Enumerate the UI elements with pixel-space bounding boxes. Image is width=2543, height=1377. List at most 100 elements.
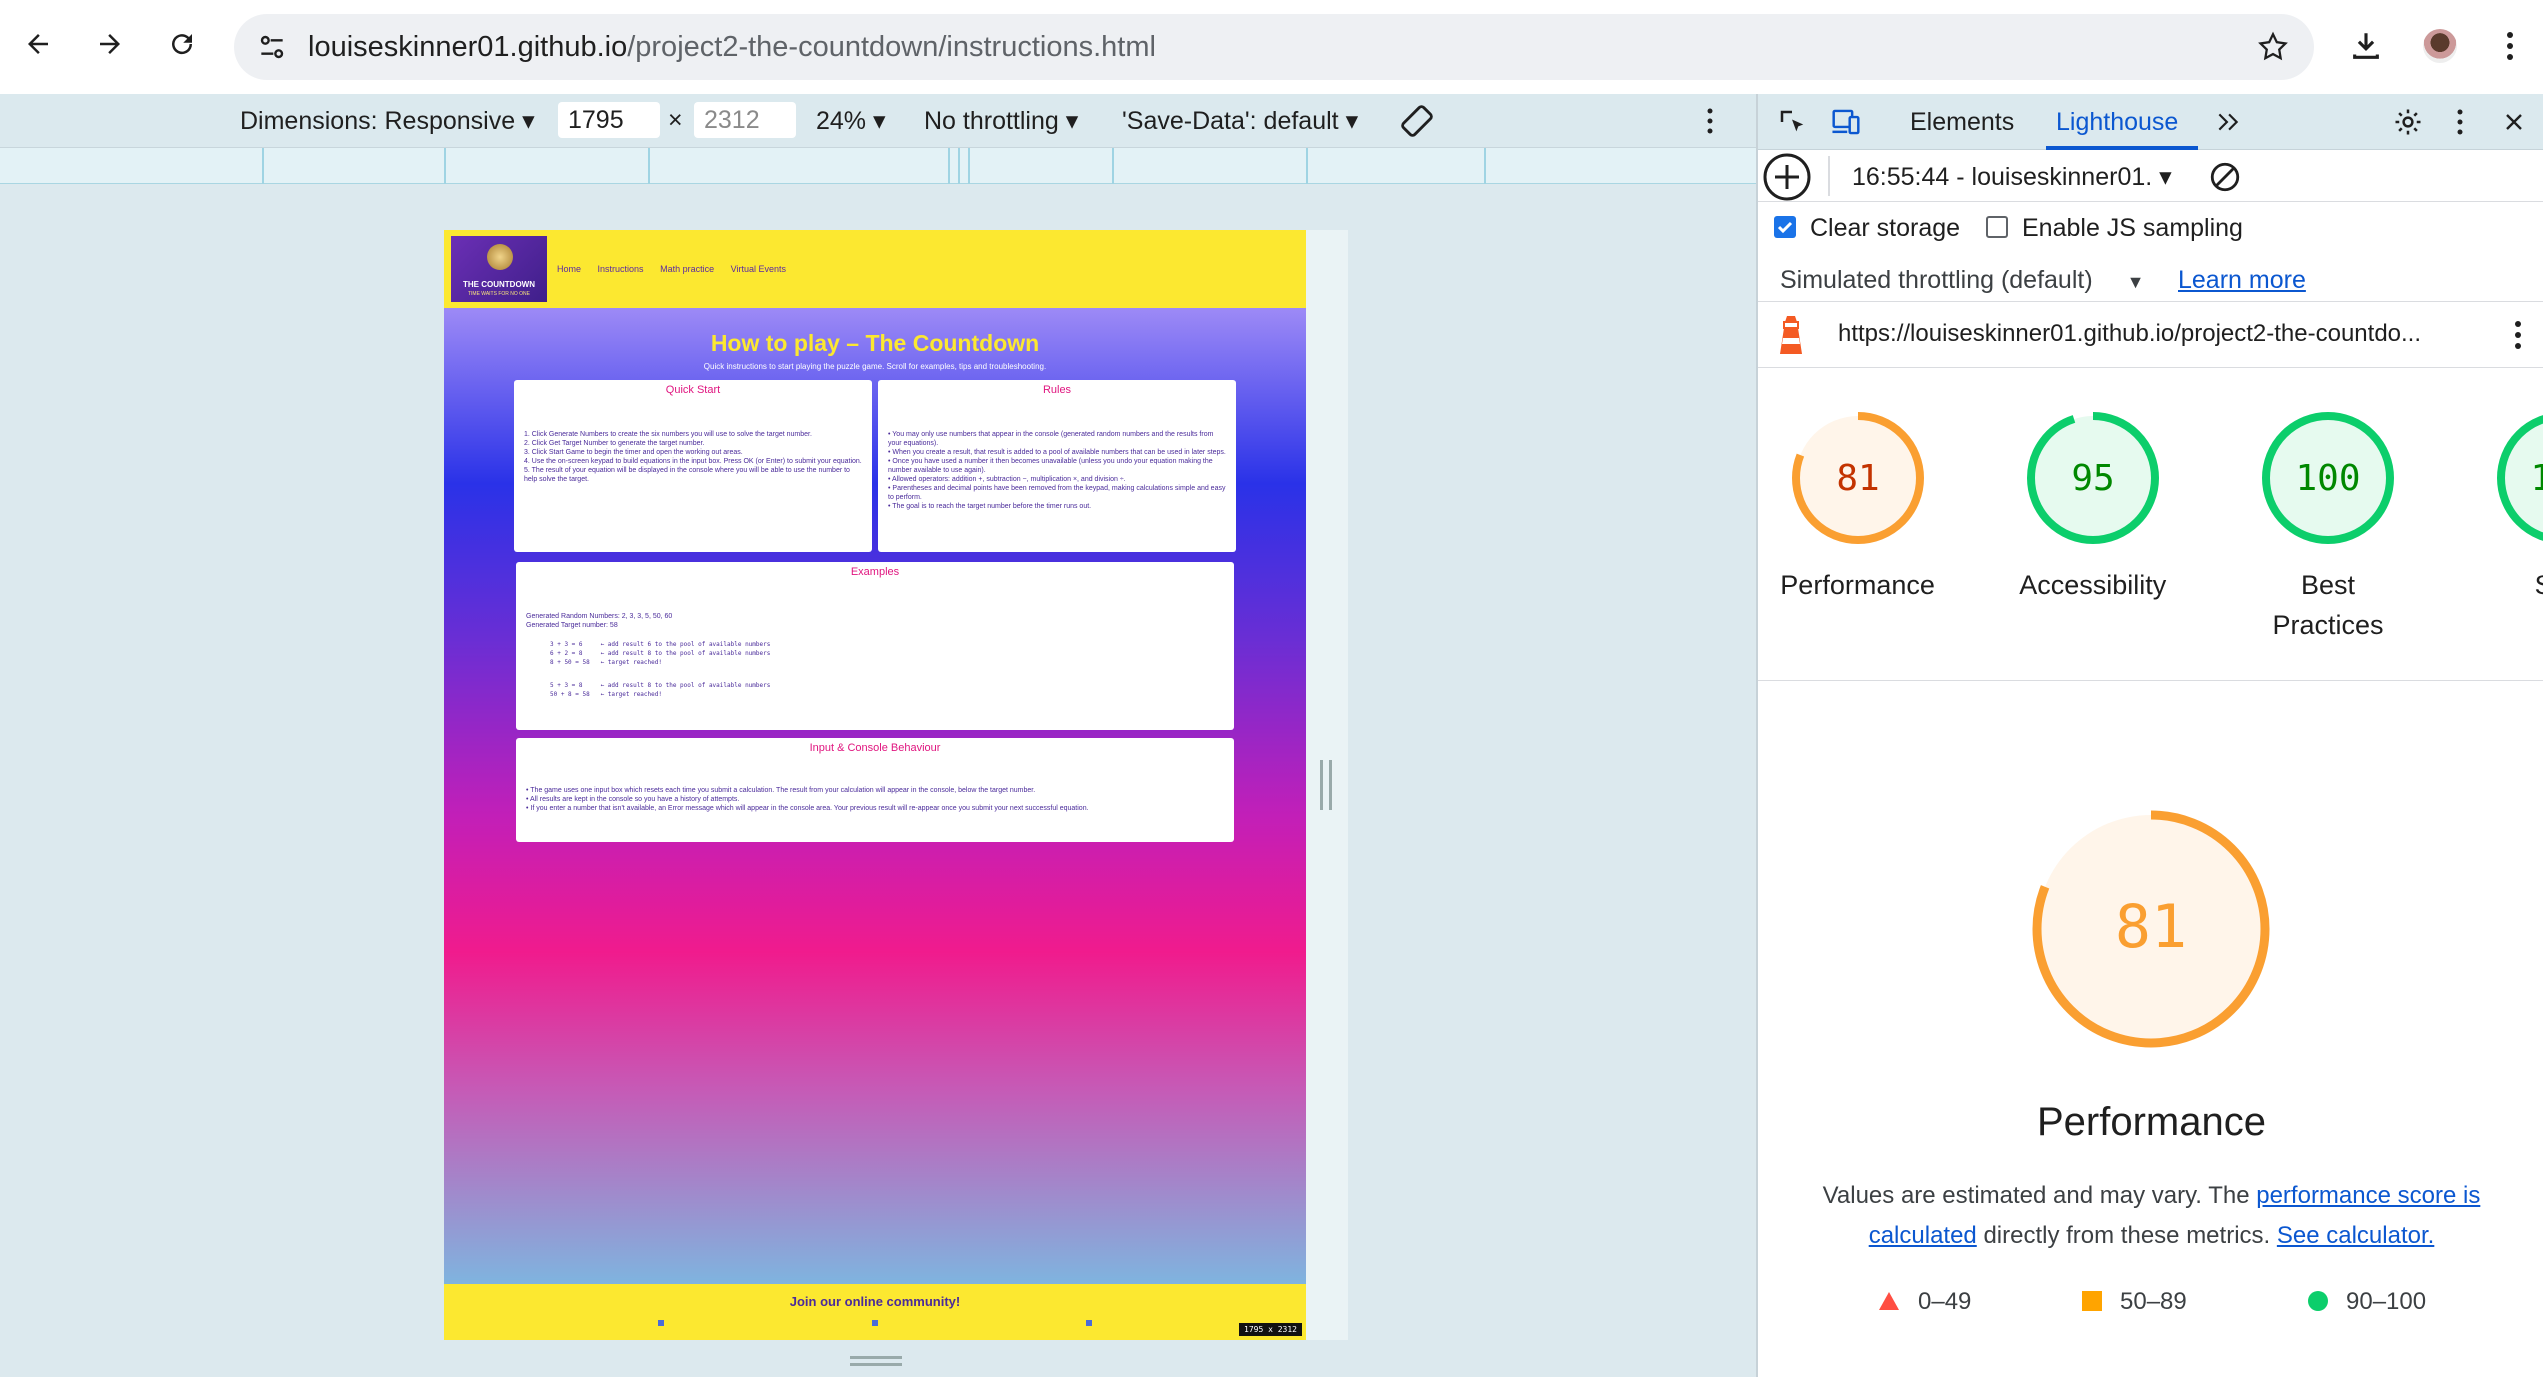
emulated-page[interactable]: THE COUNTDOWN TIME WAITS FOR NO ONE Home… [444,230,1306,1340]
resize-handle-right[interactable] [1320,760,1332,810]
example-code-2: 5 + 3 = 8 ← add result 8 to the pool of … [550,682,771,698]
site-logo[interactable]: THE COUNTDOWN TIME WAITS FOR NO ONE [451,236,547,302]
rules-list: • You may only use numbers that appear i… [888,430,1226,511]
clock-coin-icon [487,244,513,270]
logo-subtitle: TIME WAITS FOR NO ONE [467,291,531,297]
list-item: • The game uses one input box which rese… [526,787,1036,794]
audited-url[interactable]: https://louiseskinner01.github.io/projec… [1838,320,2421,348]
site-footer: Join our online community! 1795 x 2312 [444,1284,1306,1340]
logo-title: THE COUNTDOWN [463,280,535,289]
lighthouse-icon [1776,312,1806,363]
nav-virtual-events[interactable]: Virtual Events [731,264,786,274]
gauge-value: 100 [2531,458,2543,499]
inspect-element-icon[interactable] [1774,104,1810,140]
see-calculator-link[interactable]: See calculator. [2277,1222,2434,1249]
example-code-1: 3 + 3 = 6 ← add result 6 to the pool of … [550,641,771,666]
throttling-select[interactable]: Simulated throttling (default) ▼ [1780,266,2145,295]
quick-start-list: 1. Click Generate Numbers to create the … [524,430,862,484]
bookmark-star-icon[interactable] [2256,30,2290,69]
lighthouse-report-bar: 16:55:44 - louiseskinner01. ▾ [1758,150,2543,202]
new-report-plus-icon[interactable] [1762,152,1812,207]
list-item: • When you create a result, that result … [888,449,1226,456]
zoom-dropdown[interactable]: 24% ▾ [816,106,886,136]
input-console-card: Input & Console Behaviour • The game use… [516,738,1234,842]
device-toolbar: Dimensions: Responsive ▾ 1795 × 2312 24%… [0,94,1756,148]
x-icon[interactable] [1086,1320,1092,1326]
clear-storage-checkbox[interactable] [1774,216,1796,238]
site-header: THE COUNTDOWN TIME WAITS FOR NO ONE Home… [444,230,1306,308]
lighthouse-options: Clear storage Enable JS sampling Simulat… [1758,202,2543,302]
list-item: • If you enter a number that isn't avail… [526,805,1089,812]
gauge-value: 100 [2295,458,2360,499]
throttling-dropdown[interactable]: No throttling ▾ [924,106,1078,136]
browser-menu-icon[interactable] [2486,22,2534,70]
close-devtools-icon[interactable] [2496,104,2532,140]
site-nav: Home Instructions Math practice Virtual … [557,264,800,274]
score-gauge-performance[interactable]: 81 Performance [1768,408,1948,605]
input-console-heading: Input & Console Behaviour [809,742,941,754]
rules-heading: Rules [1042,384,1072,396]
tab-lighthouse[interactable]: Lighthouse [2056,108,2178,137]
gauge-value: 95 [2071,458,2114,499]
instructions-section: How to play – The Countdown Quick instru… [444,308,1306,1284]
js-sampling-checkbox[interactable] [1986,216,2008,238]
footer-text: Join our online community! [789,1294,961,1309]
site-settings-icon[interactable] [256,31,288,68]
score-gauge-seo[interactable]: 100 SEO [2473,408,2543,605]
dimensions-dropdown[interactable]: Dimensions: Responsive ▾ [240,106,535,136]
save-data-dropdown[interactable]: 'Save-Data': default ▾ [1122,106,1358,136]
list-item: • The goal is to reach the target number… [888,503,1092,510]
legend-fail: 0–49 [1878,1288,1971,1316]
quick-start-card: Quick Start 1. Click Generate Numbers to… [514,380,872,552]
settings-gear-icon[interactable] [2390,104,2426,140]
download-icon[interactable] [2342,22,2390,70]
gauge-value: 81 [1836,458,1879,499]
device-toggle-icon[interactable] [1828,104,1864,140]
forward-arrow-icon[interactable] [86,20,134,68]
height-input[interactable]: 2312 [694,102,796,138]
address-bar[interactable]: louiseskinner01.github.io/project2-the-c… [234,14,2314,80]
learn-more-link[interactable]: Learn more [2178,266,2306,295]
devtools-tabbar: Elements Lighthouse [1758,94,2543,150]
devtools-panel: Elements Lighthouse 16:55:44 - louiseski… [1756,94,2543,1377]
score-gauge-best-practices[interactable]: 100 Best Practices [2238,408,2418,645]
times-sign: × [668,106,683,134]
big-gauge-value: 81 [2115,892,2187,962]
facebook-icon[interactable] [872,1320,878,1326]
js-sampling-label: Enable JS sampling [2022,214,2243,242]
example-target: Generated Target number: 58 [526,622,618,629]
performance-big-gauge[interactable]: 81 [2026,804,2276,1059]
device-toolbar-menu-icon[interactable] [1706,108,1714,141]
nav-math-practice[interactable]: Math practice [660,264,714,274]
tab-elements[interactable]: Elements [1910,108,2014,137]
performance-heading: Performance [2037,1100,2266,1144]
devtools-menu-icon[interactable] [2442,104,2478,140]
page-subtitle: Quick instructions to start playing the … [703,362,1047,371]
gauge-label: Accessibility [2019,570,2167,600]
back-arrow-icon[interactable] [14,20,62,68]
nav-instructions[interactable]: Instructions [598,264,644,274]
rotate-icon[interactable] [1398,102,1436,147]
media-query-ruler[interactable] [0,148,1756,184]
reload-icon[interactable] [158,20,206,68]
dimension-badge: 1795 x 2312 [1239,1323,1302,1336]
performance-description: Values are estimated and may vary. The p… [1822,1182,2481,1249]
clear-reports-icon[interactable] [2208,160,2242,199]
list-item: • Allowed operators: addition +, subtrac… [888,476,1126,483]
clear-storage-label: Clear storage [1810,214,1961,242]
browser-toolbar: louiseskinner01.github.io/project2-the-c… [0,0,2543,94]
more-tabs-chevron-icon[interactable] [2210,104,2246,140]
gauge-label: SEO [2473,565,2543,605]
profile-avatar[interactable] [2416,22,2464,70]
list-item: • All results are kept in the console so… [526,796,740,803]
list-item: • Parentheses and decimal points have be… [888,485,1226,501]
instagram-icon[interactable] [658,1320,664,1326]
url-menu-icon[interactable] [2514,320,2522,355]
resize-handle-bottom[interactable] [850,1356,902,1366]
report-selector[interactable]: 16:55:44 - louiseskinner01. ▾ [1852,162,2172,192]
width-input[interactable]: 1795 [558,102,660,138]
list-item: 2. Click Get Target Number to generate t… [524,440,705,447]
device-viewport-area: Dimensions: Responsive ▾ 1795 × 2312 24%… [0,94,1756,1377]
nav-home[interactable]: Home [557,264,581,274]
score-gauge-accessibility[interactable]: 95 Accessibility [2003,408,2183,605]
